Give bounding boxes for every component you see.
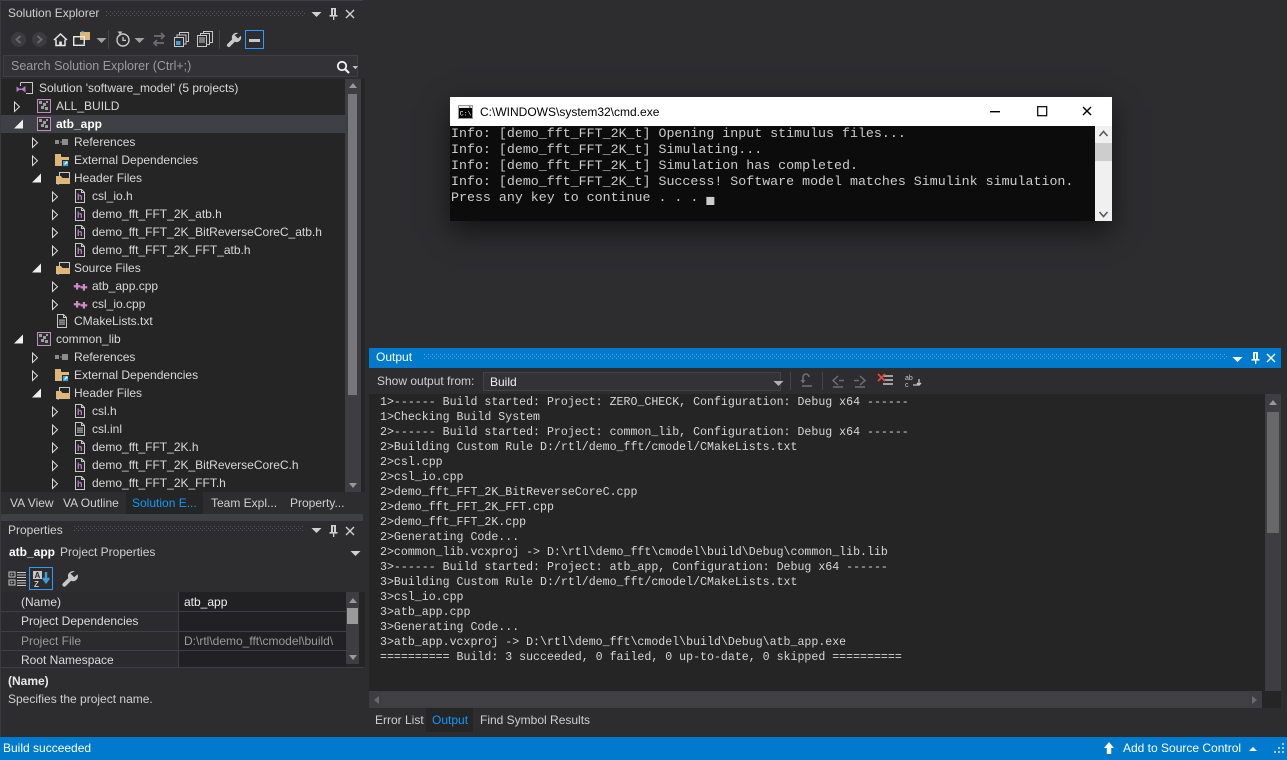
svg-text:h: h xyxy=(77,443,83,453)
svg-text:C:\: C:\ xyxy=(460,111,472,118)
svg-text:+: + xyxy=(10,573,14,579)
svg-text:h: h xyxy=(77,407,83,417)
svg-text:h: h xyxy=(77,246,83,256)
svg-text:+: + xyxy=(10,581,14,587)
svg-text:ab: ab xyxy=(905,375,913,382)
svg-text:h: h xyxy=(77,210,83,220)
svg-text:h: h xyxy=(77,461,83,471)
svg-text:h: h xyxy=(77,228,83,238)
svg-text:A: A xyxy=(35,571,41,580)
svg-text:h: h xyxy=(77,479,83,489)
svg-text:h: h xyxy=(77,192,83,202)
svg-text:Z: Z xyxy=(34,580,39,589)
svg-text:c: c xyxy=(905,382,909,389)
